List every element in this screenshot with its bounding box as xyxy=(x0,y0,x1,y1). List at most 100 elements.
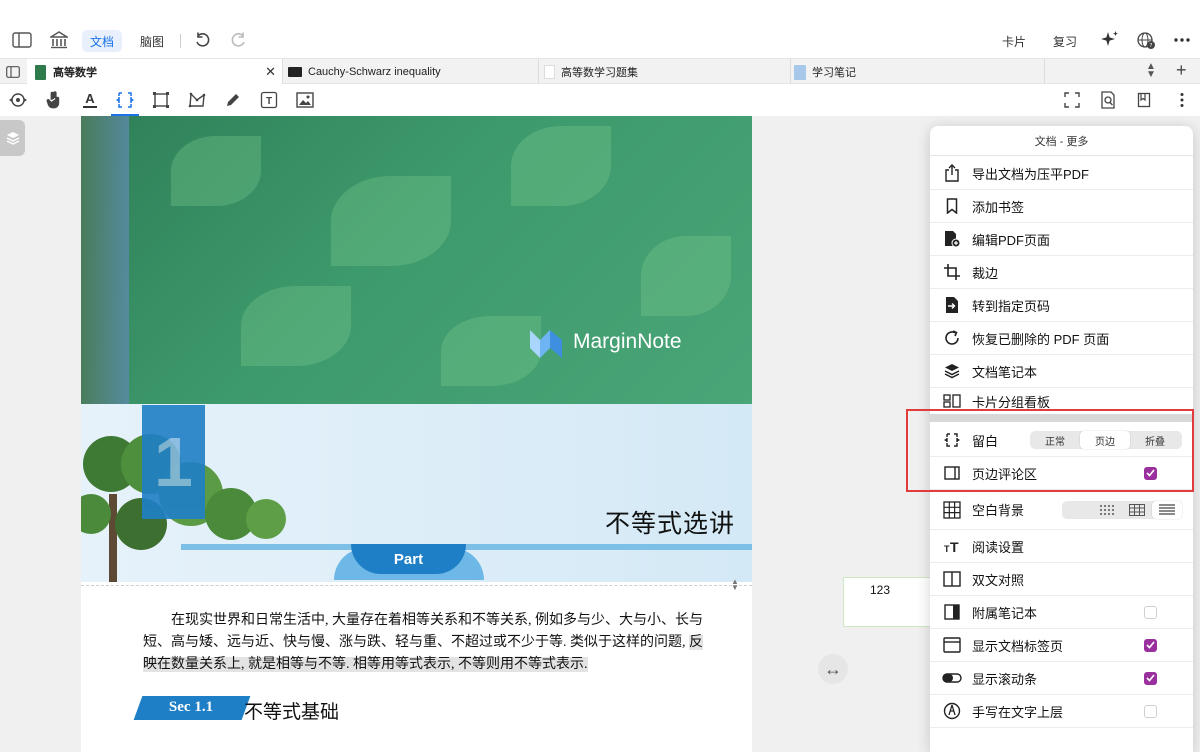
margin-comment-card[interactable]: 123 xyxy=(843,577,933,627)
grid-icon xyxy=(942,500,962,520)
tab-doc-3[interactable]: 学习笔记 xyxy=(791,59,1045,85)
text-highlight-icon[interactable]: A xyxy=(78,88,102,112)
add-tab-icon[interactable]: + xyxy=(1176,60,1187,81)
menu-item-restore-deleted-pages[interactable]: 恢复已删除的 PDF 页面 xyxy=(930,322,1193,355)
close-tab-icon[interactable]: ✕ xyxy=(265,64,276,80)
leaf-decoration xyxy=(441,316,541,386)
svg-text:T: T xyxy=(950,539,959,553)
divider xyxy=(180,34,181,48)
svg-text:?: ? xyxy=(1150,43,1153,49)
toggle-icon xyxy=(942,668,962,688)
leaf-decoration xyxy=(641,236,731,316)
part-label: Part xyxy=(351,544,466,574)
share-icon xyxy=(942,163,962,183)
menu-item-label: 卡片分组看板 xyxy=(972,394,1051,410)
library-icon[interactable] xyxy=(47,28,71,52)
sidebar-toggle-icon[interactable] xyxy=(10,28,34,52)
menu-item-export-flat-pdf[interactable]: 导出文档为压平PDF xyxy=(930,157,1193,190)
hand-tool-icon[interactable] xyxy=(42,88,66,112)
pattern-lines-icon[interactable] xyxy=(1152,500,1182,519)
tab-document[interactable]: 文档 xyxy=(82,30,122,52)
menu-item-go-to-page[interactable]: 转到指定页码 xyxy=(930,289,1193,322)
fullscreen-icon[interactable] xyxy=(1060,88,1084,112)
top-bar: 文档 脑图 卡片 复习 ? xyxy=(0,0,1200,58)
chapter-number: 1 xyxy=(142,405,205,519)
bookmark-toolbar-icon[interactable] xyxy=(1132,88,1156,112)
sync-scroll-icon[interactable] xyxy=(6,88,30,112)
layers-panel-toggle[interactable] xyxy=(0,120,25,156)
search-doc-icon[interactable] xyxy=(1096,88,1120,112)
menu-item-label: 显示滚动条 xyxy=(972,671,1038,687)
pen-circle-icon xyxy=(942,701,962,721)
cover-image: MarginNote xyxy=(81,116,752,404)
tab-label: 高等数学习题集 xyxy=(561,67,638,79)
lasso-icon[interactable] xyxy=(185,88,209,112)
split-columns-icon xyxy=(942,569,962,589)
page-break-line xyxy=(81,585,752,586)
ai-sparkle-icon[interactable] xyxy=(1098,28,1122,52)
crop-icon xyxy=(942,262,962,282)
show-doc-tabs-checkbox[interactable] xyxy=(1144,638,1157,652)
tab-label: Cauchy-Schwarz inequality xyxy=(308,66,441,78)
rectangle-select-icon[interactable] xyxy=(149,88,173,112)
attached-panel-icon xyxy=(942,602,962,622)
pen-icon[interactable] xyxy=(221,88,245,112)
pattern-grid-icon[interactable] xyxy=(1122,501,1152,519)
menu-item-label: 文档笔记本 xyxy=(972,364,1038,380)
bookmark-icon xyxy=(942,196,962,216)
tab-doc-1[interactable]: Cauchy-Schwarz inequality xyxy=(283,59,539,85)
layers-icon xyxy=(942,361,962,381)
menu-item-show-doc-tabs[interactable]: 显示文档标签页 xyxy=(930,629,1193,662)
cover-edge xyxy=(81,116,129,404)
www-icon[interactable]: ? xyxy=(1134,28,1158,52)
menu-item-crop[interactable]: 裁边 xyxy=(930,256,1193,289)
tab-scroll-icon[interactable]: ▲ ▼ xyxy=(1146,62,1156,80)
section-title: 不等式基础 xyxy=(244,702,340,723)
menu-item-reading-settings[interactable]: TT 阅读设置 xyxy=(930,530,1193,563)
menu-item-show-scrollbar[interactable]: 显示滚动条 xyxy=(930,662,1193,695)
attached-notebook-checkbox[interactable] xyxy=(1144,605,1157,619)
menu-item-edit-pdf-pages[interactable]: 编辑PDF页面 xyxy=(930,223,1193,256)
tab-mindmap[interactable]: 脑图 xyxy=(133,30,171,52)
pdf-page[interactable]: MarginNote 1 不等式选讲 Part ▲ ▼ 在现实世界和日常生活中,… xyxy=(81,116,752,752)
menu-item-bilingual[interactable]: 双文对照 xyxy=(930,563,1193,596)
menu-item-label: 阅读设置 xyxy=(972,539,1025,555)
review-button[interactable]: 复习 xyxy=(1047,30,1083,52)
menu-item-doc-notebook[interactable]: 文档笔记本 xyxy=(930,355,1193,388)
more-icon[interactable] xyxy=(1170,28,1194,52)
menu-item-label: 编辑PDF页面 xyxy=(972,232,1051,248)
resize-handle-icon[interactable]: ▲ ▼ xyxy=(731,578,739,592)
image-icon[interactable] xyxy=(293,88,317,112)
web-thumbnail-icon xyxy=(288,67,302,77)
redo-icon[interactable] xyxy=(227,28,251,52)
tab-doc-2[interactable]: 高等数学习题集 xyxy=(539,59,791,85)
notebook-icon xyxy=(794,64,806,80)
split-view-icon[interactable] xyxy=(6,65,20,83)
background-pattern-selector xyxy=(1062,500,1182,519)
tab-label: 高等数学 xyxy=(53,67,97,79)
handwriting-checkbox[interactable] xyxy=(1144,704,1157,718)
resize-margin-icon[interactable]: ↔ xyxy=(818,654,848,684)
svg-text:T: T xyxy=(266,96,272,107)
tab-doc-0[interactable]: 高等数学 ✕ xyxy=(27,59,283,85)
menu-item-handwriting-above-text[interactable]: 手写在文字上层 xyxy=(930,695,1193,728)
pattern-blank[interactable] xyxy=(1062,501,1092,519)
undo-icon[interactable] xyxy=(190,28,214,52)
more-vertical-icon[interactable] xyxy=(1170,88,1194,112)
menu-item-label: 手写在文字上层 xyxy=(972,704,1064,720)
leaf-decoration xyxy=(511,126,611,206)
menu-item-attached-notebook[interactable]: 附属笔记本 xyxy=(930,596,1193,629)
chapter-banner: 1 不等式选讲 Part xyxy=(81,404,752,582)
show-scrollbar-checkbox[interactable] xyxy=(1144,671,1157,685)
textbox-icon[interactable]: T xyxy=(257,88,281,112)
restore-icon xyxy=(942,328,962,348)
menu-item-label: 裁边 xyxy=(972,265,999,281)
menu-item-add-bookmark[interactable]: 添加书签 xyxy=(930,190,1193,223)
margin-select-icon[interactable] xyxy=(113,88,137,112)
body-paragraph[interactable]: 在现实世界和日常生活中, 大量存在着相等关系和不等关系, 例如多与少、大与小、长… xyxy=(143,610,703,676)
board-icon xyxy=(942,391,962,411)
pattern-dots-icon[interactable] xyxy=(1092,501,1122,519)
tab-label: 学习笔记 xyxy=(812,67,856,79)
svg-text:A: A xyxy=(85,91,95,106)
card-button[interactable]: 卡片 xyxy=(996,30,1032,52)
